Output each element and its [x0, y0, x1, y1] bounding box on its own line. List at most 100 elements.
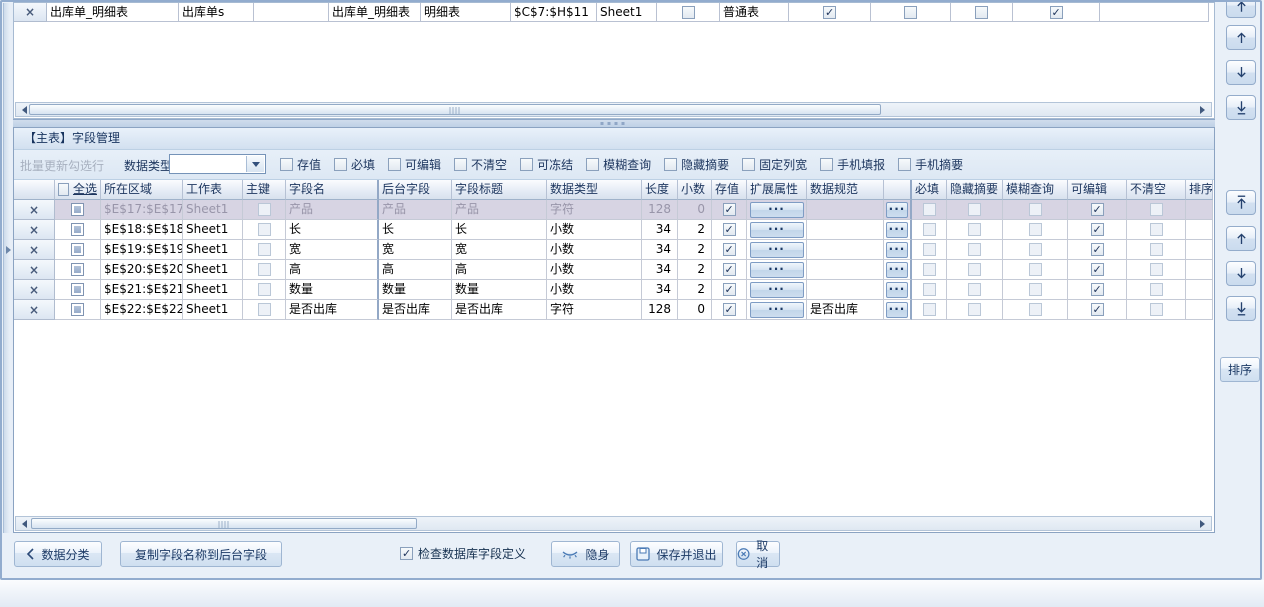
- cell-primary-key[interactable]: [243, 200, 286, 220]
- cell-hide-summary[interactable]: [947, 260, 1003, 280]
- more-button[interactable]: ···: [886, 262, 908, 278]
- field-horizontal-scrollbar[interactable]: [15, 516, 1212, 531]
- cell-fuzzy-search[interactable]: [1003, 200, 1068, 220]
- cell-decimals[interactable]: 0: [678, 200, 712, 220]
- checkbox-select-all[interactable]: [71, 243, 84, 256]
- toolbar-option-checkbox-0[interactable]: [280, 158, 293, 171]
- checkbox-editable[interactable]: [1091, 223, 1104, 236]
- checkbox-fuzzy-search[interactable]: [1029, 263, 1042, 276]
- cell-field-title[interactable]: 宽: [452, 240, 547, 260]
- cell-hide-summary[interactable]: [947, 240, 1003, 260]
- ext-props-button[interactable]: ···: [750, 202, 804, 218]
- cell-more[interactable]: ···: [884, 200, 912, 220]
- cell-table-flag-5[interactable]: [1013, 3, 1100, 22]
- cell-required[interactable]: [912, 200, 947, 220]
- table-move-bottom-button[interactable]: [1226, 95, 1256, 120]
- cell-no-clear[interactable]: [1127, 220, 1186, 240]
- cell-backend-field[interactable]: 产品: [379, 200, 452, 220]
- cell-editable[interactable]: [1068, 300, 1127, 320]
- cell-length[interactable]: 128: [642, 300, 678, 320]
- checkbox-hide-summary[interactable]: [968, 243, 981, 256]
- cell-store-value[interactable]: [712, 200, 747, 220]
- checkbox-table-flag-2[interactable]: [823, 6, 836, 19]
- more-button[interactable]: ···: [886, 222, 908, 238]
- ext-props-button[interactable]: ···: [750, 302, 804, 318]
- checkbox-editable[interactable]: [1091, 243, 1104, 256]
- top-horizontal-scrollbar[interactable]: [15, 102, 1212, 117]
- checkbox-store-value[interactable]: [723, 203, 736, 216]
- cell-fuzzy-search[interactable]: [1003, 300, 1068, 320]
- cell-sort[interactable]: [1186, 200, 1213, 220]
- cell-length[interactable]: 34: [642, 260, 678, 280]
- cell-backend-field[interactable]: 数量: [379, 280, 452, 300]
- scroll-right-icon[interactable]: [1198, 103, 1211, 116]
- cell-field-name[interactable]: 产品: [286, 200, 379, 220]
- checkbox-hide-summary[interactable]: [968, 263, 981, 276]
- toolbar-option-checkbox-1[interactable]: [334, 158, 347, 171]
- checkbox-primary-key[interactable]: [258, 303, 271, 316]
- cell-sort[interactable]: [1186, 220, 1213, 240]
- cell-worksheet[interactable]: Sheet1: [183, 220, 243, 240]
- cell-field-title[interactable]: 数量: [452, 280, 547, 300]
- cell-no-clear[interactable]: [1127, 280, 1186, 300]
- cell-worksheet[interactable]: Sheet1: [183, 300, 243, 320]
- cell-decimals[interactable]: 2: [678, 240, 712, 260]
- delete-field-button[interactable]: ×: [14, 240, 55, 260]
- cell-editable[interactable]: [1068, 280, 1127, 300]
- cell-hide-summary[interactable]: [947, 280, 1003, 300]
- cell-editable[interactable]: [1068, 200, 1127, 220]
- cell-data-type[interactable]: 字符: [547, 300, 642, 320]
- cancel-button[interactable]: 取消: [736, 541, 780, 567]
- delete-field-button[interactable]: ×: [14, 260, 55, 280]
- cell-field-name[interactable]: 是否出库: [286, 300, 379, 320]
- checkbox-primary-key[interactable]: [258, 263, 271, 276]
- cell-decimals[interactable]: 2: [678, 220, 712, 240]
- check-db-checkbox[interactable]: [400, 547, 413, 560]
- checkbox-primary-key[interactable]: [258, 223, 271, 236]
- checkbox-required[interactable]: [923, 303, 936, 316]
- cell-table-flag-1[interactable]: [657, 3, 720, 22]
- save-exit-button[interactable]: 保存并退出: [630, 541, 723, 567]
- hide-button[interactable]: 隐身: [551, 541, 620, 567]
- checkbox-no-clear[interactable]: [1150, 223, 1163, 236]
- cell-region[interactable]: $E$19:$E$19: [101, 240, 183, 260]
- cell-sheet-name[interactable]: Sheet1: [597, 3, 657, 22]
- cell-hide-summary[interactable]: [947, 200, 1003, 220]
- cell-data-spec[interactable]: [807, 200, 884, 220]
- more-button[interactable]: ···: [886, 202, 908, 218]
- cell-editable[interactable]: [1068, 240, 1127, 260]
- cell-data-spec[interactable]: [807, 220, 884, 240]
- cell-field-name[interactable]: 数量: [286, 280, 379, 300]
- checkbox-select-all[interactable]: [71, 263, 84, 276]
- cell-required[interactable]: [912, 260, 947, 280]
- checkbox-required[interactable]: [923, 263, 936, 276]
- cell-region[interactable]: $E$22:$E$22: [101, 300, 183, 320]
- delete-field-button[interactable]: ×: [14, 220, 55, 240]
- cell-primary-key[interactable]: [243, 280, 286, 300]
- cell-sort[interactable]: [1186, 240, 1213, 260]
- toolbar-option-checkbox-2[interactable]: [388, 158, 401, 171]
- cell-primary-key[interactable]: [243, 300, 286, 320]
- cell-backend-field[interactable]: 是否出库: [379, 300, 452, 320]
- cell-ext-props[interactable]: ···: [747, 300, 807, 320]
- cell-worksheet[interactable]: Sheet1: [183, 260, 243, 280]
- checkbox-store-value[interactable]: [723, 243, 736, 256]
- dropdown-button[interactable]: [246, 156, 264, 172]
- cell-cell-range[interactable]: $C$7:$H$11: [511, 3, 597, 22]
- field-move-top-button[interactable]: [1226, 190, 1256, 215]
- cell-more[interactable]: ···: [884, 240, 912, 260]
- scrollbar-thumb[interactable]: [31, 518, 417, 529]
- sort-button[interactable]: 排序: [1220, 357, 1260, 382]
- field-move-bottom-button[interactable]: [1226, 296, 1256, 321]
- cell-required[interactable]: [912, 300, 947, 320]
- scroll-left-icon[interactable]: [16, 517, 29, 530]
- checkbox-no-clear[interactable]: [1150, 263, 1163, 276]
- checkbox-hide-summary[interactable]: [968, 283, 981, 296]
- table-move-top-button[interactable]: [1226, 0, 1256, 18]
- cell-length[interactable]: 34: [642, 280, 678, 300]
- cell-no-clear[interactable]: [1127, 300, 1186, 320]
- cell-editable[interactable]: [1068, 260, 1127, 280]
- checkbox-select-all[interactable]: [71, 203, 84, 216]
- checkbox-primary-key[interactable]: [258, 283, 271, 296]
- cell-field-title[interactable]: 长: [452, 220, 547, 240]
